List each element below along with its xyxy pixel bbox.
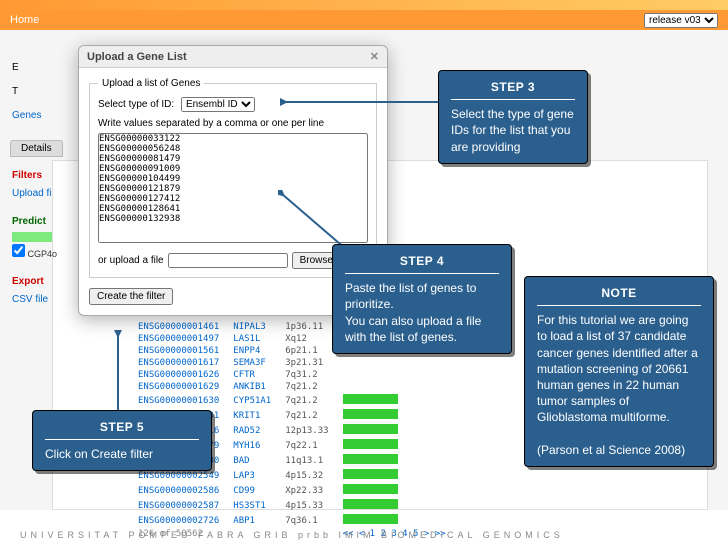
callout-title: STEP 3 [451,79,575,100]
callout-body: Paste the list of genes to prioritize. Y… [345,280,499,345]
callout-body: For this tutorial we are going to load a… [537,312,701,458]
upload-link[interactable]: Upload fi [12,188,51,199]
file-label: or upload a file [98,255,164,266]
callout-body: Click on Create filter [45,446,199,462]
callout-step5: STEP 5 Click on Create filter [32,410,212,471]
callout-title: NOTE [537,285,701,306]
callout-note: NOTE For this tutorial we are going to l… [524,276,714,467]
side-genes[interactable]: Genes [12,108,57,124]
csv-link[interactable]: CSV file [12,294,48,305]
close-icon[interactable]: ✕ [370,50,379,63]
callout-title: STEP 4 [345,253,499,274]
table-row[interactable]: ENSG00000001629ANKIB17q21.2 [132,382,452,392]
id-type-label: Select type of ID: [98,99,174,110]
callout-title: STEP 5 [45,419,199,440]
cgp-checkbox[interactable] [12,244,25,257]
table-row[interactable]: ENSG00000001626CFTR7q31.2 [132,370,452,380]
fieldset-legend: Upload a list of Genes [98,78,204,89]
predictor-bar [12,232,52,242]
side-labels: E T Genes Filters Upload fi Predict CGP4… [12,60,57,310]
table-row[interactable]: ENSG00000001617SEMA3F3p21.31 [132,358,452,368]
cgp-label: CGP4o [28,249,58,259]
dialog-title: Upload a Gene List [87,51,187,63]
textarea-label: Write values separated by a comma or one… [98,118,368,129]
table-row[interactable]: ENSG00000001630CYP51A17q21.2 [132,394,452,407]
arrow-step5 [108,330,128,412]
brand-bar [0,0,728,10]
footer-logos: UNIVERSITAT POMPEU FABRA GRIB prbb IMIM … [20,530,564,540]
arrow-step3 [280,95,440,109]
predictors-heading: Predict [12,214,57,230]
callout-step3: STEP 3 Select the type of gene IDs for t… [438,70,588,164]
create-filter-button[interactable]: Create the filter [89,288,173,305]
export-heading: Export [12,274,57,290]
side-e: E [12,60,57,76]
table-row[interactable]: ENSG00000002587HS3ST14p15.33 [132,499,452,512]
callout-body: Select the type of gene IDs for the list… [451,106,575,155]
id-type-select[interactable]: Ensembl ID [181,97,255,112]
nav-bar: Home release v03 ★ [0,10,728,30]
filters-heading: Filters [12,168,57,184]
callout-step4: STEP 4 Paste the list of genes to priori… [332,244,512,354]
main-area: Details E T Genes Filters Upload fi Pred… [0,30,728,510]
nav-home[interactable]: Home [10,14,39,26]
table-row[interactable]: ENSG00000002726ABP17q36.1 [132,514,452,527]
side-t: T [12,84,57,100]
release-select[interactable]: release v03 [644,13,718,28]
table-row[interactable]: ENSG00000002586CD99Xp22.33 [132,484,452,497]
file-path-input[interactable] [168,253,288,268]
